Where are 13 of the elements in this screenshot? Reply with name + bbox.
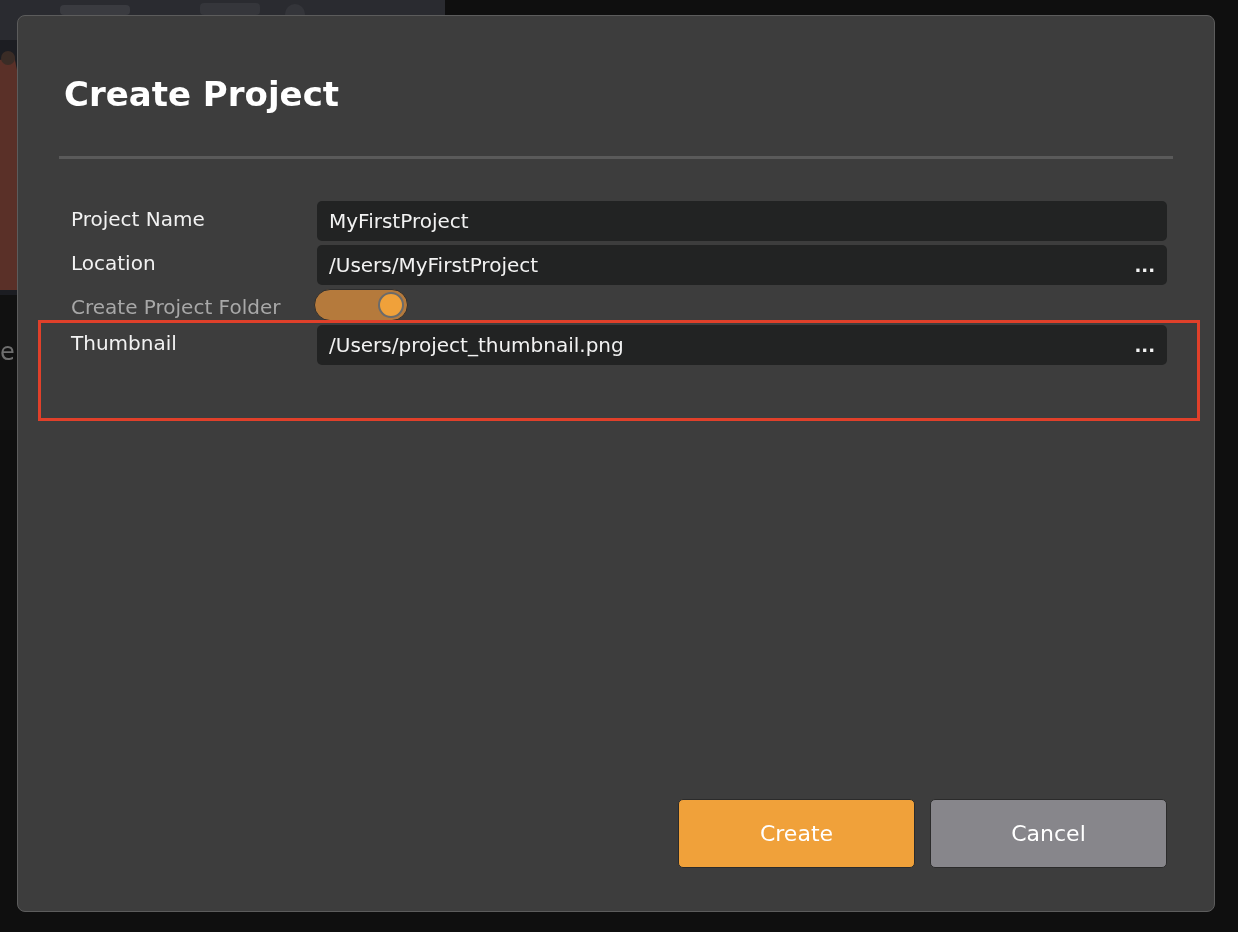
browse-button[interactable]: ... [1134, 334, 1155, 356]
browse-button[interactable]: ... [1134, 254, 1155, 276]
field-label: Thumbnail [71, 330, 178, 355]
text-field[interactable]: MyFirstProject [317, 201, 1167, 241]
toggle-switch[interactable] [314, 289, 408, 321]
field-label: Location [71, 250, 157, 275]
background-text: e [0, 338, 15, 366]
dialog-title: Create Project [64, 74, 341, 114]
field-label: Create Project Folder [71, 294, 282, 319]
path-field[interactable]: /Users/MyFirstProject ... [317, 245, 1167, 285]
field-label: Project Name [71, 206, 206, 231]
path-field[interactable]: /Users/project_thumbnail.png ... [317, 325, 1167, 365]
cancel-button[interactable]: Cancel [930, 799, 1167, 868]
